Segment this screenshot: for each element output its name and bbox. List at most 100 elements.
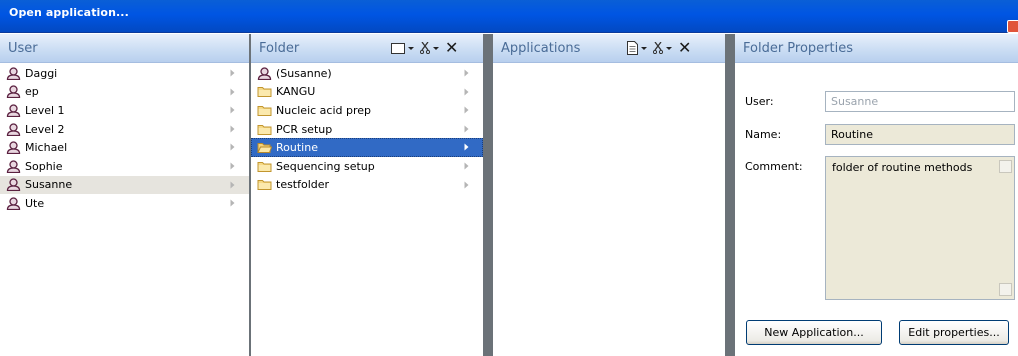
folder-icon (257, 87, 272, 98)
user-list-item[interactable]: ep (0, 83, 249, 102)
folder-properties-panel: Folder Properties User: Susanne Name: Ro… (735, 34, 1018, 356)
title-bar: Open application... (0, 0, 1018, 33)
new-folder-button[interactable] (391, 42, 414, 54)
folder-list-item-label: Routine (276, 141, 318, 155)
user-column-header: User (0, 34, 249, 63)
user-column-title: User (8, 41, 38, 56)
folder-list-item-label: (Susanne) (276, 66, 332, 80)
user-list-item[interactable]: Level 1 (0, 101, 249, 120)
user-label: User: (745, 95, 774, 108)
chevron-right-icon (230, 69, 235, 77)
new-application-button[interactable]: New Application... (746, 320, 882, 345)
properties-title: Folder Properties (743, 41, 854, 56)
new-folder-icon (391, 42, 405, 54)
user-list-item-label: ep (25, 85, 39, 99)
close-icon[interactable] (1007, 20, 1018, 33)
user-icon (6, 141, 21, 155)
user-list-item-label: Susanne (25, 178, 73, 192)
user-list-item[interactable]: Ute (0, 194, 249, 213)
cut-icon (653, 42, 663, 54)
user-icon (6, 122, 21, 136)
applications-column-title: Applications (501, 41, 581, 56)
user-list-item-label: Level 1 (25, 103, 65, 117)
user-list-item-label: Ute (25, 196, 45, 210)
user-list: Daggi ep Level 1 Level 2 Michael Sophie Susann… (0, 64, 249, 213)
comment-label: Comment: (745, 160, 803, 173)
cut-button[interactable] (653, 42, 672, 54)
folder-toolbar: ✕ (385, 37, 464, 59)
folder-column: Folder ✕ (Susanne) KANGU Nucleic acid prep… (251, 34, 483, 356)
applications-column-header: Applications ✕ (493, 34, 725, 63)
name-field[interactable]: Routine (825, 124, 1015, 145)
chevron-right-icon (464, 125, 469, 133)
folder-list-item[interactable]: PCR setup (251, 120, 483, 139)
user-list-item-label: Level 2 (25, 122, 65, 136)
folder-column-header: Folder ✕ (251, 34, 483, 63)
user-list-item[interactable]: Susanne (0, 175, 249, 195)
cut-icon (420, 42, 430, 54)
folder-list-item[interactable]: KANGU (251, 83, 483, 102)
folder-icon (257, 124, 272, 135)
folder-icon (257, 180, 272, 191)
chevron-right-icon (464, 181, 469, 189)
comment-text: folder of routine methods (832, 161, 973, 174)
open-folder-icon (257, 143, 272, 154)
user-list-item[interactable]: Michael (0, 138, 249, 157)
chevron-right-icon (464, 88, 469, 96)
user-column: User Daggi ep Level 1 Level 2 Michael Sophie S… (0, 34, 249, 356)
user-icon (6, 197, 21, 210)
delete-icon[interactable]: ✕ (445, 40, 458, 56)
user-list-item-label: Sophie (25, 159, 63, 173)
folder-list-item-label: PCR setup (276, 122, 333, 136)
chevron-right-icon (464, 143, 469, 151)
properties-header: Folder Properties (735, 34, 1018, 63)
scroll-up-icon[interactable] (999, 160, 1012, 173)
user-list-item-label: Daggi (25, 66, 58, 80)
folder-list-item-label: KANGU (276, 85, 316, 99)
user-list-item[interactable]: Daggi (0, 64, 249, 83)
name-label: Name: (745, 128, 782, 141)
folder-list-item-label: Sequencing setup (276, 159, 375, 173)
chevron-right-icon (230, 143, 235, 151)
edit-properties-button[interactable]: Edit properties... (899, 320, 1009, 345)
chevron-right-icon (464, 162, 469, 170)
user-icon (6, 178, 21, 192)
user-list-item[interactable]: Sophie (0, 157, 249, 176)
folder-list-item[interactable]: Nucleic acid prep (251, 101, 483, 120)
comment-field[interactable]: folder of routine methods (825, 156, 1015, 300)
user-list-item-label: Michael (25, 141, 68, 155)
new-document-icon (627, 41, 638, 55)
user-list-item[interactable]: Level 2 (0, 120, 249, 139)
chevron-right-icon (230, 106, 235, 114)
chevron-right-icon (464, 69, 469, 77)
applications-toolbar: ✕ (621, 37, 697, 59)
folder-list-item[interactable]: Sequencing setup (251, 157, 483, 176)
window-title: Open application... (9, 6, 129, 19)
folder-list-item[interactable]: Routine (251, 138, 483, 157)
chevron-right-icon (230, 162, 235, 170)
folder-icon (257, 105, 272, 116)
user-icon (6, 160, 21, 173)
cut-button[interactable] (420, 42, 439, 54)
delete-icon[interactable]: ✕ (678, 40, 691, 56)
folder-list-item[interactable]: (Susanne) (251, 64, 483, 83)
folder-list-item-label: testfolder (276, 178, 330, 192)
applications-column: Applications ✕ (493, 34, 725, 356)
folder-column-title: Folder (259, 41, 300, 56)
chevron-right-icon (230, 199, 235, 207)
chevron-right-icon (230, 88, 235, 96)
user-icon (6, 67, 21, 80)
user-icon (257, 67, 272, 80)
user-icon (6, 104, 21, 117)
user-icon (6, 85, 21, 99)
folder-list-item-label: Nucleic acid prep (276, 103, 372, 117)
chevron-right-icon (464, 106, 469, 114)
new-application-toolbar-button[interactable] (627, 41, 647, 55)
folder-list-item[interactable]: testfolder (251, 176, 483, 195)
scroll-down-icon[interactable] (999, 283, 1012, 296)
column-browser: User Daggi ep Level 1 Level 2 Michael Sophie S… (0, 34, 1018, 356)
folder-icon (257, 161, 272, 172)
chevron-right-icon (230, 181, 235, 189)
chevron-right-icon (230, 125, 235, 133)
folder-list: (Susanne) KANGU Nucleic acid prep PCR setup… (251, 64, 483, 194)
